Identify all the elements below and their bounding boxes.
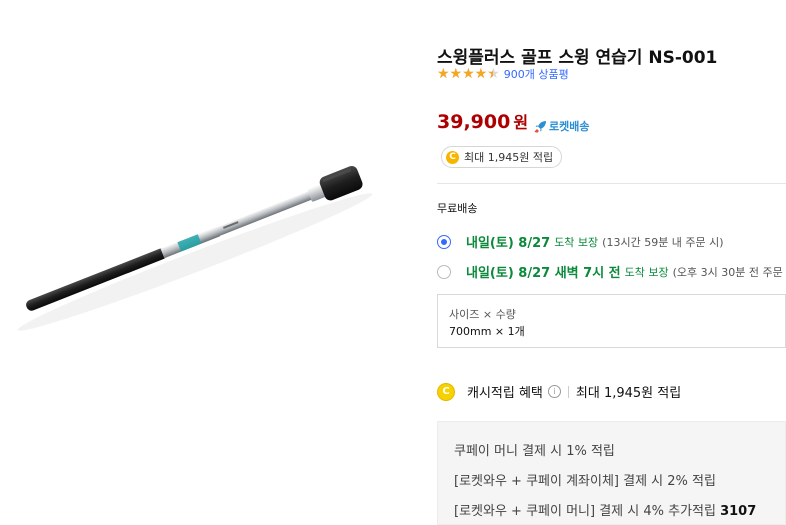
option-label: 사이즈 × 수량 — [449, 308, 516, 321]
product-image[interactable] — [0, 0, 420, 525]
cash-coin-icon: C — [437, 382, 455, 401]
cash-reward-label: 캐시적립 혜택 — [467, 386, 543, 401]
benefit-box: 쿠페이 머니 결제 시 1% 적립 [로켓와우 + 쿠페이 계좌이체] 결제 시… — [437, 421, 786, 525]
radio-button-checked[interactable] — [437, 234, 451, 249]
info-icon[interactable]: i — [547, 385, 561, 398]
arrival-guarantee: 도착 보장 — [554, 235, 599, 249]
star-rating-filled: ★★★★★ — [437, 67, 493, 81]
benefit-amount: 3107 — [720, 504, 757, 519]
reward-text: 최대 1,945원 적립 — [464, 151, 554, 164]
rocket-icon — [534, 120, 546, 133]
price: 39,900 원 — [437, 109, 528, 133]
delivery-option-2[interactable]: 내일(토) 8/27 새벽 7시 전 도착 보장 (오후 3시 30분 전 주문 — [437, 262, 783, 281]
product-info-panel: 스윙플러스 골프 스윙 연습기 NS-001 ★★★★★ ★★★★★ 900개 … — [437, 0, 786, 525]
benefit-text: [로켓와우 + 쿠페이 계좌이체] 결제 시 2% 적립 — [454, 474, 716, 489]
delivery-option-1[interactable]: 내일(토) 8/27 도착 보장 (13시간 59분 내 주문 시) — [437, 232, 724, 251]
benefit-text: [로켓와우 + 쿠페이 머니] 결제 시 4% 추가적립 — [454, 504, 721, 519]
rocket-delivery-badge: 로켓배송 — [534, 118, 589, 134]
star-rating: ★★★★★ ★★★★★ — [437, 67, 500, 81]
separator — [567, 385, 569, 398]
product-title: 스윙플러스 골프 스윙 연습기 NS-001 — [437, 48, 718, 68]
benefit-item: [로켓와우 + 쿠페이 머니] 결제 시 4% 추가적립 3107 — [454, 500, 756, 519]
selected-option-box[interactable]: 사이즈 × 수량 700mm × 1개 — [437, 294, 786, 348]
delivery-date: 내일(토) 8/27 — [466, 236, 551, 251]
rating-row[interactable]: ★★★★★ ★★★★★ 900개 상품평 — [437, 66, 569, 82]
review-count-link[interactable]: 900개 상품평 — [504, 66, 569, 82]
reward-pill: C 최대 1,945원 적립 — [441, 146, 563, 168]
delivery-date: 내일(토) 8/27 새벽 7시 전 — [466, 266, 621, 281]
order-deadline-note: (오후 3시 30분 전 주문 — [672, 265, 783, 279]
coin-icon: C — [446, 150, 459, 164]
shipping-title: 무료배송 — [437, 202, 478, 215]
price-currency: 원 — [513, 113, 529, 132]
order-deadline-note: (13시간 59분 내 주문 시) — [602, 235, 724, 249]
rocket-delivery-label: 로켓배송 — [549, 120, 590, 133]
divider — [437, 183, 786, 184]
cash-reward-max: 최대 1,945원 적립 — [575, 386, 682, 401]
benefit-item: [로켓와우 + 쿠페이 계좌이체] 결제 시 2% 적립 — [454, 470, 716, 489]
benefit-item: 쿠페이 머니 결제 시 1% 적립 — [454, 440, 615, 459]
price-value: 39,900 — [437, 111, 511, 133]
radio-button[interactable] — [437, 264, 451, 279]
golf-swing-trainer-illustration — [17, 166, 373, 331]
benefit-text: 쿠페이 머니 결제 시 1% 적립 — [454, 444, 615, 459]
option-value: 700mm × 1개 — [449, 325, 525, 338]
arrival-guarantee: 도착 보장 — [624, 265, 669, 279]
cash-reward-row: C 캐시적립 혜택 i 최대 1,945원 적립 — [437, 382, 681, 401]
